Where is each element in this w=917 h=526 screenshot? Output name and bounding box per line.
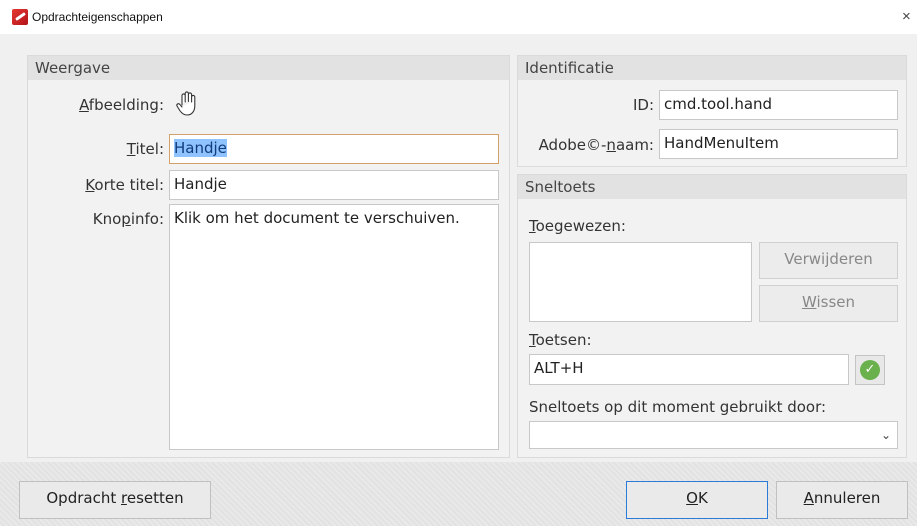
- title-bar: Opdrachteigenschappen ×: [0, 0, 917, 34]
- id-input[interactable]: cmd.tool.hand: [659, 90, 898, 120]
- verwijderen-button[interactable]: Verwijderen: [759, 242, 898, 279]
- knopinfo-label: Knopinfo:: [92, 210, 164, 228]
- afbeelding-label: Afbeelding:: [79, 96, 164, 114]
- gebruikt-door-select[interactable]: ⌄: [529, 421, 898, 449]
- korte-titel-value: Handje: [174, 175, 227, 193]
- adobe-naam-label: Adobe©-naam:: [538, 136, 654, 154]
- toetsen-input[interactable]: ALT+H: [529, 354, 849, 385]
- checkmark-icon: ✓: [860, 360, 880, 380]
- assign-shortcut-button[interactable]: ✓: [855, 355, 885, 385]
- titel-value: Handje: [174, 139, 227, 157]
- adobe-naam-input[interactable]: HandMenuItem: [659, 129, 898, 159]
- close-icon[interactable]: ×: [902, 8, 911, 25]
- identificatie-header: Identificatie: [518, 56, 906, 80]
- annuleren-button[interactable]: Annuleren: [776, 481, 908, 519]
- id-label: ID:: [632, 96, 654, 114]
- toetsen-value: ALT+H: [534, 359, 584, 377]
- toegewezen-list[interactable]: [529, 242, 752, 322]
- knopinfo-value: Klik om het document te verschuiven.: [174, 209, 460, 227]
- id-value: cmd.tool.hand: [664, 95, 773, 113]
- titel-input[interactable]: Handje: [169, 134, 499, 164]
- wissen-button[interactable]: Wissen: [759, 285, 898, 322]
- hand-icon[interactable]: [172, 89, 202, 119]
- weergave-header: Weergave: [28, 56, 509, 80]
- adobe-naam-value: HandMenuItem: [664, 134, 779, 152]
- knopinfo-textarea[interactable]: Klik om het document te verschuiven.: [169, 204, 499, 450]
- window-title: Opdrachteigenschappen: [32, 10, 163, 24]
- korte-titel-input[interactable]: Handje: [169, 170, 499, 200]
- chevron-down-icon: ⌄: [880, 428, 891, 442]
- toegewezen-label: Toegewezen:: [529, 217, 626, 235]
- gebruikt-door-label: Sneltoets op dit moment gebruikt door:: [529, 398, 827, 416]
- sneltoets-header: Sneltoets: [518, 175, 906, 199]
- ok-button[interactable]: OK: [626, 481, 768, 519]
- korte-titel-label: Korte titel:: [85, 176, 164, 194]
- toetsen-label: Toetsen:: [529, 331, 592, 349]
- app-logo-icon: [12, 9, 28, 25]
- reset-button[interactable]: Opdracht resetten: [19, 481, 211, 519]
- titel-label: Titel:: [126, 140, 164, 158]
